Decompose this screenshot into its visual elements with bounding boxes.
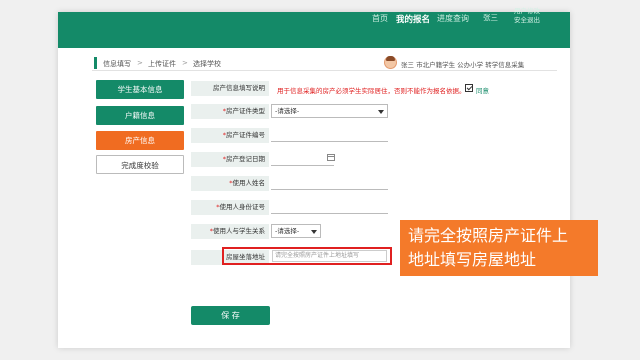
breadcrumb-upload-docs[interactable]: 上传证件 (148, 59, 176, 69)
user-avatar-icon (384, 56, 397, 69)
callout-line-1: 请完全按照房产证件上 (408, 226, 569, 245)
cert-type-select[interactable]: -请选择- (271, 104, 388, 118)
logout-link[interactable]: 安全退出 (514, 16, 540, 25)
calendar-icon[interactable] (327, 154, 335, 161)
notice-text: 用于信息采集的房产必须学生实际居住，否则不能作为报名依据。 (277, 87, 466, 95)
address-input[interactable]: 请完全按照房产证件上地址填写 (272, 250, 387, 262)
nav-username: 张三 (483, 13, 498, 22)
agree-label: 同意 (476, 87, 489, 95)
instruction-callout: 请完全按照房产证件上 地址填写房屋地址 (400, 220, 598, 276)
field-label-cert-type: *房产证件类型 (191, 104, 269, 119)
edit-user-link[interactable]: 用户修改 (514, 7, 540, 16)
relation-select[interactable]: -请选择- (271, 224, 321, 238)
user-name-input[interactable] (271, 176, 388, 190)
save-button[interactable]: 保 存 (191, 306, 270, 325)
sidebar-item-completion-check[interactable]: 完成度校验 (96, 155, 184, 174)
callout-line-2: 地址填写房屋地址 (408, 250, 537, 269)
field-label-relation: *使用人与学生关系 (191, 224, 269, 239)
breadcrumb-separator: > (137, 59, 143, 67)
breadcrumb-select-school[interactable]: 选择学校 (193, 59, 221, 69)
field-label-user-id: *使用人身份证号 (191, 200, 269, 215)
sidebar-item-household[interactable]: 户籍信息 (96, 106, 184, 125)
chevron-down-icon (378, 110, 384, 114)
field-label-cert-number: *房产证件编号 (191, 128, 269, 143)
user-info-text: 张三 市北户籍学生 公办小学 转学信息采集 (401, 61, 525, 69)
nav-my-registration[interactable]: 我的报名 (396, 13, 430, 25)
breadcrumb-marker (94, 57, 97, 69)
user-id-input[interactable] (271, 200, 388, 214)
notice-label: 房产信息填写说明 (191, 81, 269, 96)
field-label-reg-date: *房产登记日期 (191, 152, 269, 167)
nav-home[interactable]: 首页 (372, 13, 388, 24)
chevron-down-icon (311, 230, 317, 234)
cert-number-input[interactable] (271, 128, 388, 142)
breadcrumb-info-fill[interactable]: 信息填写 (103, 59, 131, 69)
nav-progress-query[interactable]: 进度查询 (437, 13, 469, 24)
account-links: 用户修改 安全退出 (514, 7, 540, 25)
agree-checkbox[interactable] (465, 84, 473, 92)
sidebar-item-student-info[interactable]: 学生基本信息 (96, 80, 184, 99)
field-label-user-name: *使用人姓名 (191, 176, 269, 191)
sidebar-item-property[interactable]: 房产信息 (96, 131, 184, 150)
reg-date-input[interactable] (271, 152, 334, 166)
breadcrumb-separator: > (182, 59, 188, 67)
